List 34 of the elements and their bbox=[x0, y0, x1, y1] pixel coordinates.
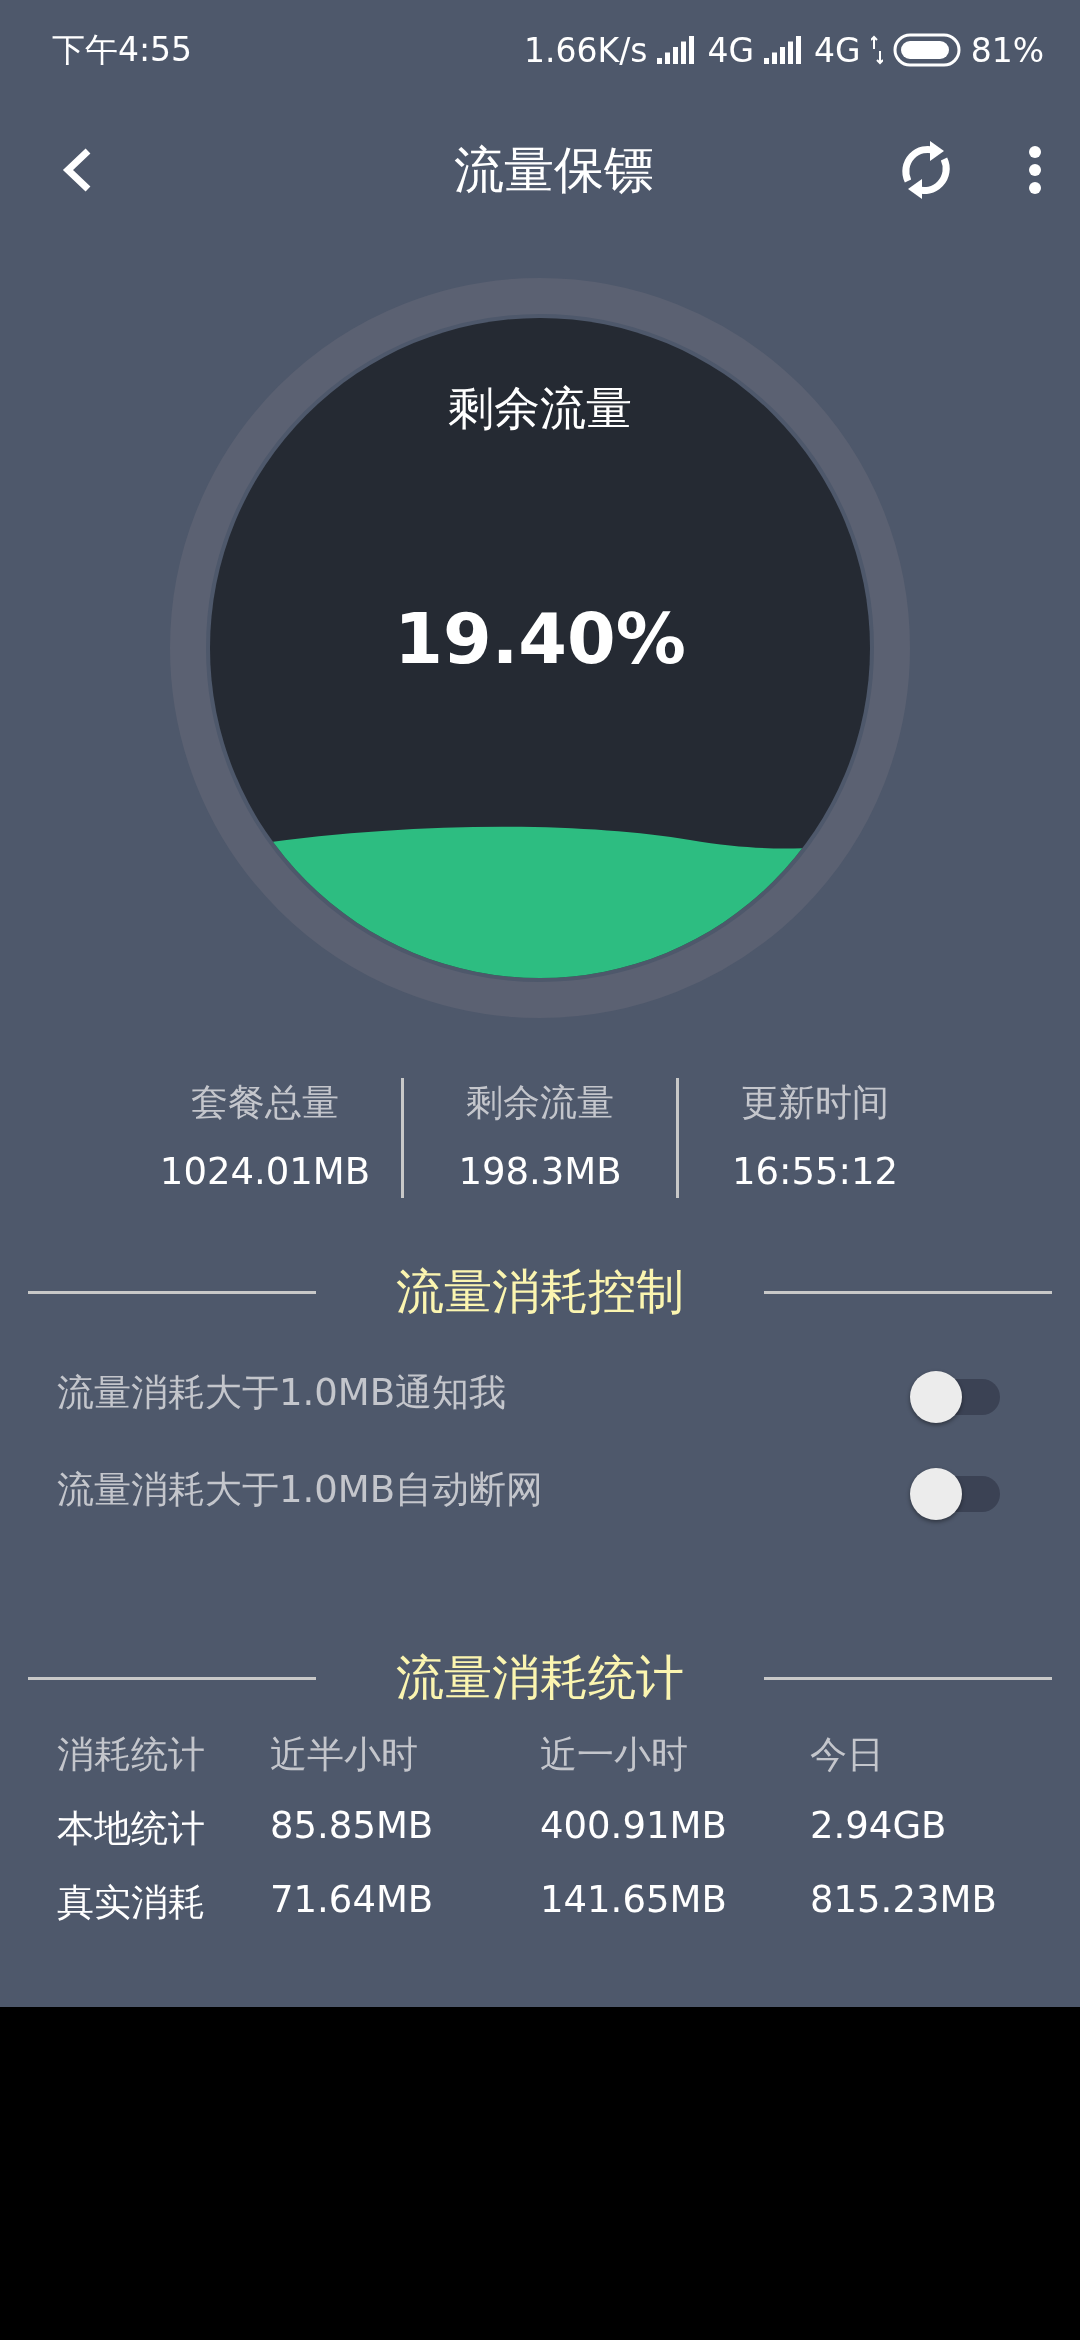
toggle-label: 流量消耗大于1.0MB自动断网 bbox=[57, 1466, 545, 1513]
page-title: 流量保镖 bbox=[453, 139, 655, 201]
summary-value: 198.3MB bbox=[458, 1150, 622, 1193]
summary-label: 套餐总量 bbox=[191, 1080, 339, 1126]
table-cell-text: 141.65MB bbox=[540, 1878, 728, 1923]
column-header: 今日 bbox=[810, 1732, 885, 1778]
gauge-label: 剩余流量 bbox=[448, 380, 632, 437]
status-time: 下午4:55 bbox=[52, 28, 194, 71]
table-cell-text: 815.23MB bbox=[810, 1878, 998, 1923]
column-header: 近半小时 bbox=[270, 1732, 419, 1778]
network-type: 4G bbox=[707, 30, 755, 70]
summary-value: 1024.01MB bbox=[159, 1150, 371, 1193]
section-title: 流量消耗统计 bbox=[395, 1648, 685, 1707]
toggle-label: 流量消耗大于1.0MB通知我 bbox=[57, 1369, 508, 1416]
gauge-percent: 19.40% bbox=[394, 598, 686, 680]
column-header: 近一小时 bbox=[540, 1732, 689, 1778]
table-cell-text: 71.64MB bbox=[270, 1878, 435, 1923]
table-cell-text: 真实消耗 bbox=[57, 1880, 206, 1926]
back-icon[interactable] bbox=[62, 147, 92, 193]
summary-label: 剩余流量 bbox=[466, 1080, 614, 1126]
column-header: 消耗统计 bbox=[57, 1732, 206, 1778]
network-type: 4G bbox=[814, 30, 861, 70]
battery-level: 81% bbox=[970, 30, 1044, 70]
summary-value: 16:55:12 bbox=[731, 1150, 899, 1193]
network-speed: 1.66K/s bbox=[524, 30, 648, 70]
table-cell-text: 本地统计 bbox=[57, 1806, 206, 1852]
table-cell-text: 2.94GB bbox=[810, 1804, 948, 1849]
data-arrows-icon bbox=[870, 35, 883, 65]
more-icon[interactable] bbox=[1028, 146, 1042, 194]
battery-icon bbox=[892, 33, 961, 67]
summary-label: 更新时间 bbox=[741, 1080, 889, 1126]
section-title: 流量消耗控制 bbox=[395, 1262, 685, 1321]
table-cell-text: 85.85MB bbox=[270, 1804, 435, 1849]
table-cell-text: 400.91MB bbox=[540, 1804, 728, 1849]
